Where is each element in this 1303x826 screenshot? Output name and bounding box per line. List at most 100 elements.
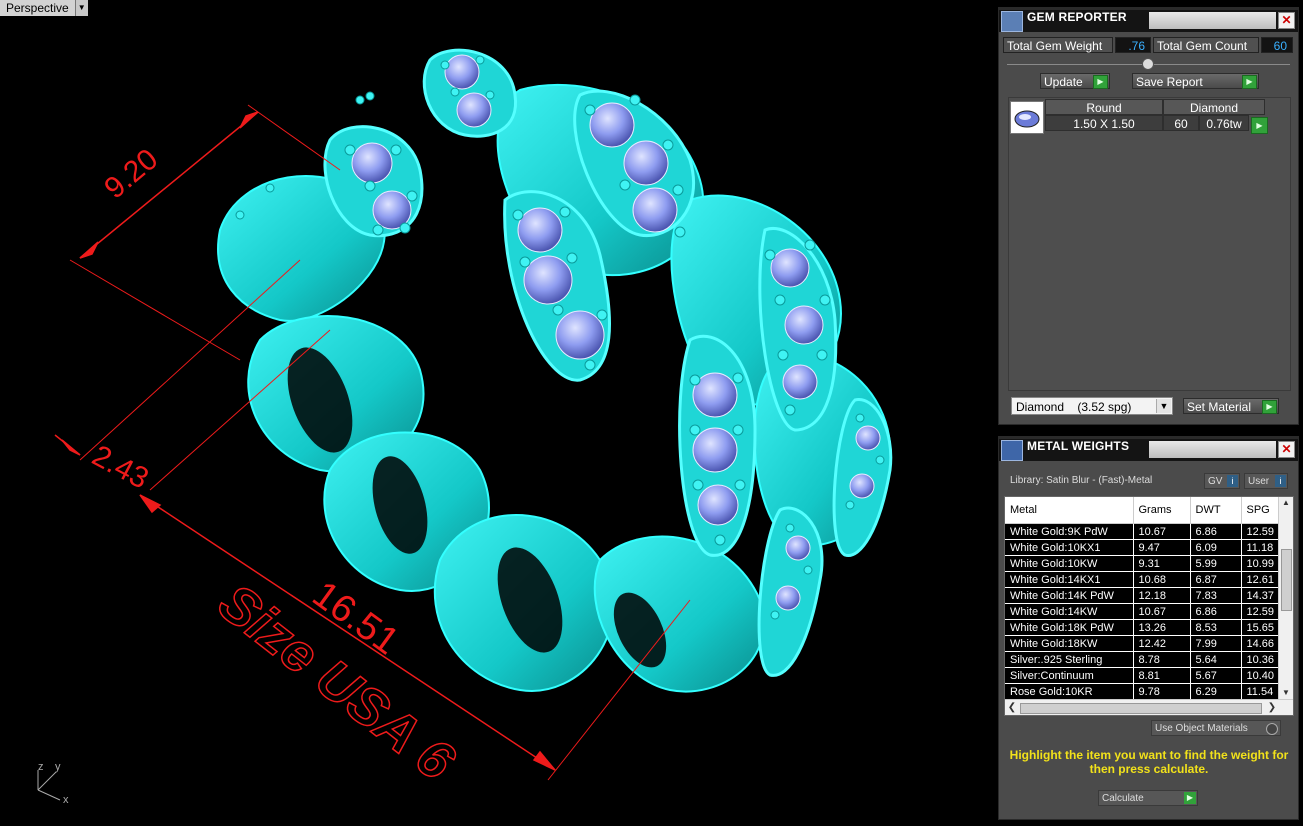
metal-dwt: 5.64: [1190, 651, 1242, 668]
axis-label-x: x: [63, 794, 69, 806]
metal-dwt: 6.86: [1190, 603, 1242, 620]
table-row[interactable]: Silver:.925 Sterling 8.78 5.64 10.36: [1005, 651, 1279, 668]
gem-reporter-icon: [1001, 11, 1023, 32]
info-icon: i: [1275, 475, 1286, 487]
close-icon[interactable]: ✕: [1278, 12, 1295, 29]
table-row[interactable]: White Gold:10KW 9.31 5.99 10.99: [1005, 555, 1279, 572]
play-icon: ▶: [1093, 75, 1108, 89]
metal-grams: 12.18: [1133, 587, 1191, 604]
3d-viewport[interactable]: 9.20 2.43 16.51 Size USA 6 z y x Perspec…: [0, 0, 993, 826]
gem-reporter-titlebar[interactable]: GEM REPORTER ✕: [999, 8, 1298, 32]
set-material-button-label: Set Material: [1187, 400, 1252, 414]
titlebar-drag-area[interactable]: [1149, 12, 1276, 29]
vertical-scrollbar[interactable]: ▲ ▼: [1278, 497, 1293, 699]
play-icon: ▶: [1262, 400, 1277, 414]
metal-grams: 9.78: [1133, 683, 1191, 700]
save-report-button-label: Save Report: [1136, 75, 1203, 89]
viewport-tab[interactable]: Perspective ▼: [0, 0, 88, 16]
table-row[interactable]: Silver:Continuum 8.81 5.67 10.40: [1005, 667, 1279, 684]
table-row[interactable]: White Gold:9K PdW 10.67 6.86 12.59: [1005, 523, 1279, 540]
table-row[interactable]: White Gold:14KX1 10.68 6.87 12.61: [1005, 571, 1279, 588]
calculate-hint: Highlight the item you want to find the …: [1009, 748, 1289, 776]
play-icon: ▶: [1184, 792, 1196, 804]
set-material-button[interactable]: Set Material ▶: [1183, 398, 1279, 414]
horizontal-scrollbar[interactable]: ❮ ❯: [1005, 699, 1293, 715]
table-row[interactable]: White Gold:10KX1 9.47 6.09 11.18: [1005, 539, 1279, 556]
gem-weight: 0.76tw: [1199, 115, 1249, 131]
scroll-down-icon[interactable]: ▼: [1279, 687, 1293, 699]
metal-grams: 10.68: [1133, 571, 1191, 588]
round-gem-thumbnail-icon[interactable]: [1010, 101, 1044, 134]
metal-spg: 11.18: [1241, 539, 1279, 556]
metal-name: White Gold:10KX1: [1005, 539, 1134, 556]
titlebar-drag-area[interactable]: [1149, 441, 1276, 458]
gem-row-play-icon[interactable]: ▶: [1251, 117, 1268, 134]
metal-grams: 9.31: [1133, 555, 1191, 572]
table-row[interactable]: White Gold:14K PdW 12.18 7.83 14.37: [1005, 587, 1279, 604]
gem-slider-handle[interactable]: [1142, 58, 1154, 70]
vertical-scroll-thumb[interactable]: [1281, 549, 1292, 611]
metal-dwt: 6.29: [1190, 683, 1242, 700]
metal-weights-icon: [1001, 440, 1023, 461]
column-header-grams[interactable]: Grams: [1133, 497, 1191, 524]
metal-name: White Gold:14KX1: [1005, 571, 1134, 588]
metal-dwt: 6.87: [1190, 571, 1242, 588]
viewport-title[interactable]: Perspective: [0, 0, 76, 16]
metal-grams: 10.67: [1133, 523, 1191, 540]
total-gem-count-value: 60: [1261, 37, 1293, 53]
save-report-button[interactable]: Save Report ▶: [1132, 73, 1259, 89]
metal-name: Silver:Continuum: [1005, 667, 1134, 684]
gem-size: 1.50 X 1.50: [1045, 115, 1163, 131]
material-select-value: Diamond (3.52 spg): [1016, 400, 1132, 414]
gv-button-label: GV: [1208, 476, 1223, 487]
scroll-left-icon[interactable]: ❮: [1005, 700, 1019, 715]
metal-table-container[interactable]: Metal Grams DWT SPG White Gold:9K PdW 10.…: [1004, 496, 1294, 716]
chevron-down-icon[interactable]: ▼: [1156, 399, 1171, 413]
column-header-metal[interactable]: Metal: [1005, 497, 1134, 524]
ring-render[interactable]: 9.20 2.43 16.51 Size USA 6 z y x: [0, 0, 993, 826]
metal-dwt: 7.83: [1190, 587, 1242, 604]
material-select[interactable]: Diamond (3.52 spg) ▼: [1011, 397, 1173, 415]
metal-weights-titlebar[interactable]: METAL WEIGHTS ✕: [999, 437, 1298, 461]
metal-spg: 12.59: [1241, 523, 1279, 540]
gv-button[interactable]: GV i: [1204, 473, 1240, 489]
metal-name: White Gold:18KW: [1005, 635, 1134, 652]
gem-list: Round Diamond 1.50 X 1.50 60 0.76tw ▶: [1008, 97, 1291, 391]
metal-dwt: 7.99: [1190, 635, 1242, 652]
axis-indicator: z y x: [37, 761, 69, 806]
axis-label-y: y: [55, 761, 61, 773]
column-header-dwt[interactable]: DWT: [1190, 497, 1242, 524]
play-icon: ▶: [1242, 75, 1257, 89]
table-row[interactable]: Rose Gold:10KR 9.78 6.29 11.54: [1005, 683, 1279, 700]
metal-name: Rose Gold:10KR: [1005, 683, 1134, 700]
metal-name: White Gold:14KW: [1005, 603, 1134, 620]
gem-count: 60: [1163, 115, 1199, 131]
table-row[interactable]: White Gold:18KW 12.42 7.99 14.66: [1005, 635, 1279, 652]
metal-spg: 10.36: [1241, 651, 1279, 668]
column-header-spg[interactable]: SPG: [1241, 497, 1279, 524]
metal-spg: 12.59: [1241, 603, 1279, 620]
table-row[interactable]: White Gold:14KW 10.67 6.86 12.59: [1005, 603, 1279, 620]
metal-dwt: 5.67: [1190, 667, 1242, 684]
total-gem-weight-label: Total Gem Weight: [1003, 37, 1113, 53]
radio-icon[interactable]: [1266, 723, 1278, 735]
scroll-right-icon[interactable]: ❯: [1265, 700, 1279, 715]
viewport-menu-icon[interactable]: ▼: [75, 0, 88, 16]
table-row[interactable]: White Gold:18K PdW 13.26 8.53 15.65: [1005, 619, 1279, 636]
metal-dwt: 6.86: [1190, 523, 1242, 540]
metal-spg: 10.40: [1241, 667, 1279, 684]
gem-reporter-panel: GEM REPORTER ✕ Total Gem Weight .76 Tota…: [998, 7, 1299, 425]
metal-spg: 12.61: [1241, 571, 1279, 588]
use-object-materials-toggle[interactable]: Use Object Materials: [1151, 720, 1281, 736]
metal-name: White Gold:10KW: [1005, 555, 1134, 572]
update-button[interactable]: Update ▶: [1040, 73, 1110, 89]
user-button[interactable]: User i: [1244, 473, 1288, 489]
close-icon[interactable]: ✕: [1278, 441, 1295, 458]
gem-material-header: Diamond: [1163, 99, 1265, 115]
dimension-label-thickness: 2.43: [87, 439, 154, 496]
metal-grams: 9.47: [1133, 539, 1191, 556]
calculate-button[interactable]: Calculate ▶: [1098, 790, 1198, 806]
horizontal-scroll-thumb[interactable]: [1020, 703, 1262, 714]
metal-name: White Gold:18K PdW: [1005, 619, 1134, 636]
scroll-up-icon[interactable]: ▲: [1279, 497, 1293, 509]
